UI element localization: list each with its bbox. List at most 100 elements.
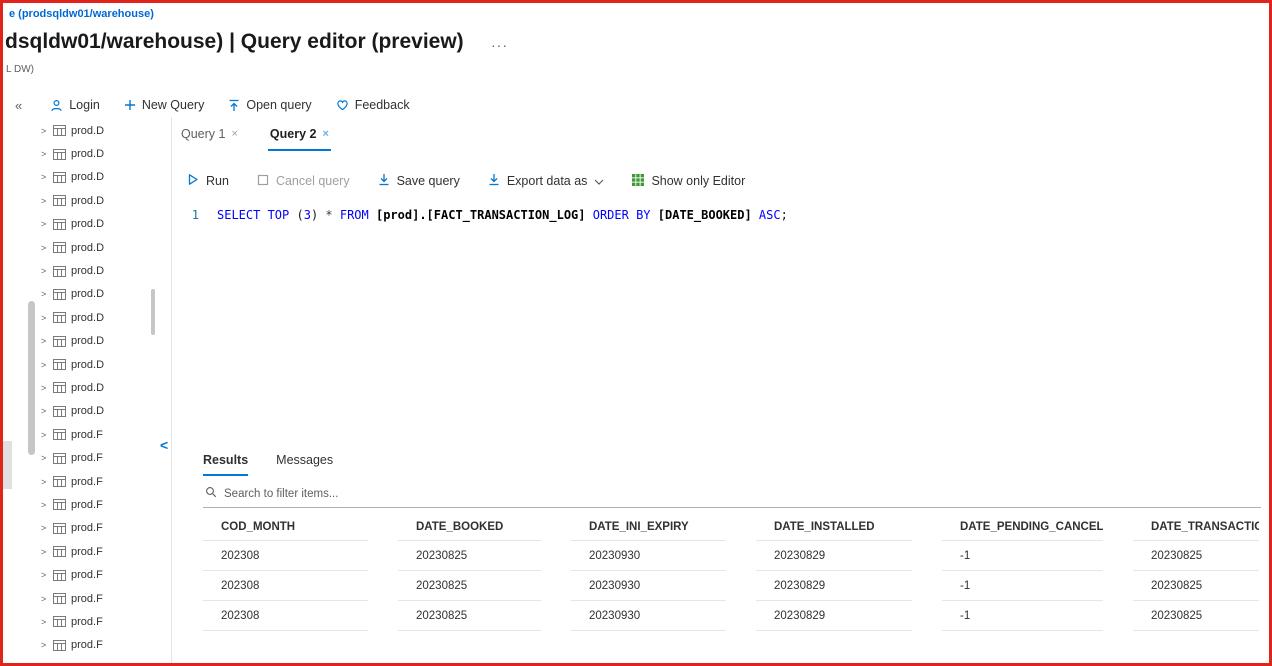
tree-item-table[interactable]: >prod.D — [41, 213, 165, 236]
column-header[interactable]: DATE_INSTALLED — [756, 515, 912, 541]
tree-item-table[interactable]: > prod.D — [41, 166, 165, 189]
page-title: dsqldw01/warehouse) | Query editor (prev… — [5, 30, 464, 54]
more-options-icon[interactable]: ··· — [491, 37, 508, 53]
tree-item-table[interactable]: > prod.F — [41, 540, 165, 563]
column-header[interactable]: DATE_INI_EXPIRY — [571, 515, 726, 541]
login-button[interactable]: Login — [50, 98, 100, 112]
table-cell: 202308 — [203, 601, 368, 631]
tree-item-table[interactable]: >prod.F — [41, 610, 165, 633]
new-query-button[interactable]: New Query — [124, 98, 205, 112]
tree-item-table[interactable]: >prod.F — [41, 634, 165, 657]
page-title-resource: dsqldw01/warehouse) — [5, 30, 223, 53]
save-query-button[interactable]: Save query — [378, 173, 460, 189]
tree-item-table[interactable]: >prod.D — [41, 142, 165, 165]
collapse-results-icon[interactable]: < — [160, 437, 168, 453]
tree-item-table[interactable]: >prod.F — [41, 657, 165, 666]
column-header[interactable]: DATE_BOOKED — [398, 515, 541, 541]
chevron-right-icon[interactable]: > — [41, 383, 48, 393]
table-row: 202308202308252023093020230829-120230825 — [203, 601, 1261, 631]
search-input[interactable] — [224, 488, 1259, 500]
tab-results[interactable]: Results — [203, 453, 248, 476]
chevron-right-icon[interactable]: > — [41, 243, 48, 253]
tree-item-table[interactable]: >prod.F — [41, 470, 165, 493]
chevron-right-icon[interactable]: > — [41, 266, 48, 276]
collapse-blade-icon[interactable]: « — [15, 98, 22, 113]
chevron-right-icon[interactable]: > — [41, 313, 48, 323]
table-cell: 20230829 — [756, 571, 912, 601]
save-query-label: Save query — [397, 174, 460, 188]
show-only-editor-button[interactable]: Show only Editor — [632, 174, 745, 189]
tab-messages[interactable]: Messages — [276, 453, 333, 476]
chevron-right-icon[interactable]: > — [41, 640, 48, 650]
table-name: prod.D — [71, 171, 104, 183]
tree-item-table[interactable]: >prod.D — [41, 119, 165, 142]
tree-item-table[interactable]: > prod.F — [41, 423, 165, 446]
chevron-right-icon[interactable]: > — [41, 523, 48, 533]
breadcrumb-link[interactable]: e (prodsqldw01/warehouse) — [9, 8, 154, 20]
tree-item-table[interactable]: >prod.D — [41, 330, 165, 353]
chevron-right-icon[interactable]: > — [41, 360, 48, 370]
tree-item-table[interactable]: >prod.F — [41, 563, 165, 586]
chevron-right-icon[interactable]: > — [41, 196, 48, 206]
tree-item-table[interactable]: >prod.D — [41, 400, 165, 423]
panel-divider — [171, 117, 172, 663]
tree-item-table[interactable]: >prod.D — [41, 353, 165, 376]
tree-item-table[interactable]: >prod.D — [41, 236, 165, 259]
left-scrollbar[interactable] — [28, 301, 35, 455]
tree-item-table[interactable]: >prod.F — [41, 493, 165, 516]
chevron-right-icon[interactable]: > — [41, 500, 48, 510]
cancel-query-button[interactable]: Cancel query — [257, 174, 350, 189]
table-name: prod.F — [71, 546, 103, 558]
chevron-right-icon[interactable]: > — [41, 547, 48, 557]
chevron-right-icon[interactable]: > — [41, 617, 48, 627]
table-name: prod.D — [71, 312, 104, 324]
feedback-button[interactable]: Feedback — [336, 98, 410, 112]
table-cell: 20230930 — [571, 541, 726, 571]
tree-scrollbar[interactable] — [151, 289, 155, 335]
column-header[interactable]: DATE_TRANSACTION — [1133, 515, 1259, 541]
chevron-right-icon[interactable]: > — [41, 406, 48, 416]
chevron-right-icon[interactable]: > — [41, 477, 48, 487]
table-name: prod.F — [71, 429, 103, 441]
tree-item-table[interactable]: >prod.D — [41, 259, 165, 282]
tree-item-table[interactable]: >prod.F — [41, 446, 165, 469]
tree-item-table[interactable]: >prod.F — [41, 587, 165, 610]
tree-item-table[interactable]: >prod.D — [41, 376, 165, 399]
tree-item-table[interactable]: > prod.D — [41, 306, 165, 329]
table-name: prod.D — [71, 288, 104, 300]
table-icon — [53, 523, 66, 534]
column-header[interactable]: COD_MONTH — [203, 515, 368, 541]
chevron-right-icon[interactable]: > — [41, 570, 48, 580]
results-tabs: Results Messages — [203, 453, 333, 476]
query-editor-window: e (prodsqldw01/warehouse) dsqldw01/wareh… — [0, 0, 1272, 666]
chevron-right-icon[interactable]: > — [41, 336, 48, 346]
table-name: prod.F — [71, 522, 103, 534]
run-button[interactable]: Run — [187, 173, 229, 189]
export-data-button[interactable]: Export data as — [488, 173, 605, 189]
download-icon — [378, 173, 390, 189]
chevron-right-icon[interactable]: > — [41, 289, 48, 299]
close-tab-icon[interactable]: × — [231, 128, 237, 140]
chevron-right-icon[interactable]: > — [41, 430, 48, 440]
left-edge-panel — [3, 441, 12, 489]
table-icon — [53, 336, 66, 347]
sql-editor[interactable]: 1 SELECT TOP (3) * FROM [prod].[FACT_TRA… — [179, 208, 1263, 433]
open-query-button[interactable]: Open query — [228, 98, 311, 112]
sql-token: ( — [296, 208, 303, 222]
table-icon — [53, 149, 66, 160]
column-header[interactable]: DATE_PENDING_CANCELATIO... — [942, 515, 1103, 541]
results-header-row: COD_MONTH DATE_BOOKED DATE_INI_EXPIRY DATE_… — [203, 515, 1261, 541]
chevron-right-icon[interactable]: > — [41, 219, 48, 229]
tree-item-table[interactable]: > prod.D — [41, 283, 165, 306]
chevron-right-icon[interactable]: > — [41, 149, 48, 159]
chevron-right-icon[interactable]: > — [41, 453, 48, 463]
run-icon — [187, 173, 199, 189]
tab-query-2[interactable]: Query 2 × — [268, 123, 331, 151]
tree-item-table[interactable]: >prod.D — [41, 189, 165, 212]
tree-item-table[interactable]: > prod.F — [41, 517, 165, 540]
chevron-right-icon[interactable]: > — [41, 172, 48, 182]
chevron-right-icon[interactable]: > — [41, 594, 48, 604]
tab-query-1[interactable]: Query 1 × — [179, 123, 240, 151]
chevron-right-icon[interactable]: > — [41, 126, 48, 136]
close-tab-icon[interactable]: × — [322, 128, 328, 140]
